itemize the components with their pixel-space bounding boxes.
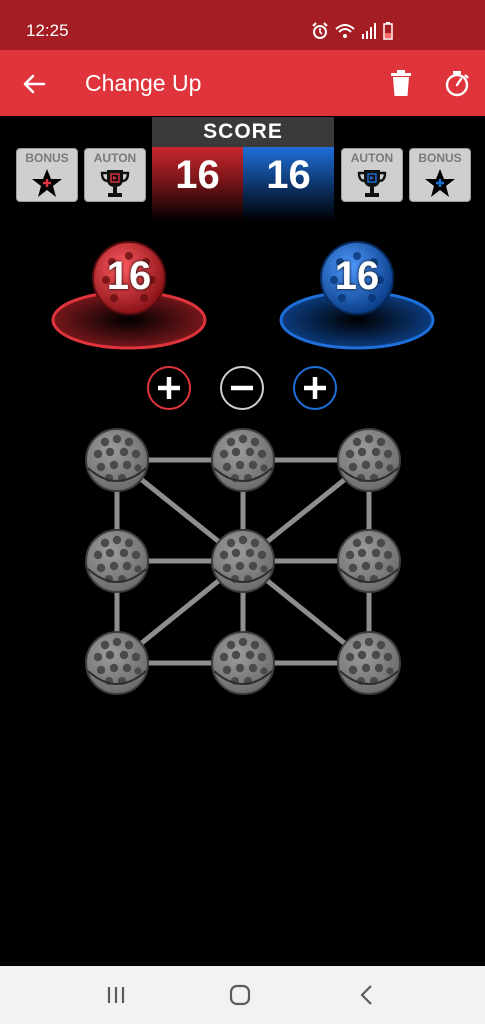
status-time: 12:25 [26, 21, 69, 40]
trophy-icon [100, 170, 130, 197]
blue-auton-tile[interactable]: AUTON [341, 148, 403, 202]
star-icon [32, 169, 62, 197]
status-icons [311, 20, 393, 42]
goal-ball-mr[interactable] [337, 529, 401, 593]
menu-icon[interactable] [102, 982, 130, 1008]
goal-ball-tm[interactable] [211, 428, 275, 492]
add-blue-button[interactable] [293, 366, 337, 410]
blue-score-panel: 16 [243, 147, 334, 221]
app-bar: Change Up [0, 50, 485, 116]
alarm-icon [312, 22, 328, 39]
blue-bonus-label: BONUS [418, 151, 462, 165]
minus-icon [220, 366, 264, 410]
red-score: 16 [175, 153, 220, 197]
system-nav-bar [0, 966, 485, 1024]
status-bar: 12:25 [0, 0, 485, 50]
plus-icon [293, 366, 337, 410]
goal-ball-bl[interactable] [85, 631, 149, 695]
back-chevron-icon[interactable] [354, 982, 382, 1008]
goal-grid [85, 428, 401, 695]
remove-button[interactable] [220, 366, 264, 410]
red-bonus-tile[interactable]: BONUS [16, 148, 78, 202]
star-icon [425, 169, 455, 197]
red-auton-label: AUTON [93, 151, 137, 165]
wifi-icon [335, 24, 355, 38]
timer-icon[interactable] [443, 69, 471, 97]
red-score-panel: 16 [152, 147, 243, 221]
score-header: SCORE [152, 117, 334, 147]
trophy-icon [357, 170, 387, 197]
blue-bonus-tile[interactable]: BONUS [409, 148, 471, 202]
battery-icon [383, 22, 393, 40]
add-red-button[interactable] [147, 366, 191, 410]
red-bonus-label: BONUS [25, 151, 69, 165]
red-auton-tile[interactable]: AUTON [84, 148, 146, 202]
blue-auton-label: AUTON [350, 151, 394, 165]
goal-ball-center[interactable] [211, 529, 275, 593]
goal-ball-tr[interactable] [337, 428, 401, 492]
scoreboard: SCORE 16 16 [152, 117, 334, 221]
red-goal[interactable]: 16 [50, 240, 208, 352]
blue-goal-count: 16 [334, 254, 380, 298]
goal-ball-tl[interactable] [85, 428, 149, 492]
home-icon[interactable] [226, 982, 254, 1008]
trash-icon[interactable] [388, 69, 414, 97]
red-goal-count: 16 [106, 254, 152, 298]
signal-icon [362, 23, 376, 39]
goal-ball-br[interactable] [337, 631, 401, 695]
page-title: Change Up [85, 70, 202, 96]
goal-ball-ml[interactable] [85, 529, 149, 593]
blue-goal[interactable]: 16 [278, 240, 436, 352]
back-arrow-icon[interactable] [20, 70, 48, 98]
blue-score: 16 [266, 153, 311, 197]
goal-ball-bm[interactable] [211, 631, 275, 695]
plus-icon [147, 366, 191, 410]
